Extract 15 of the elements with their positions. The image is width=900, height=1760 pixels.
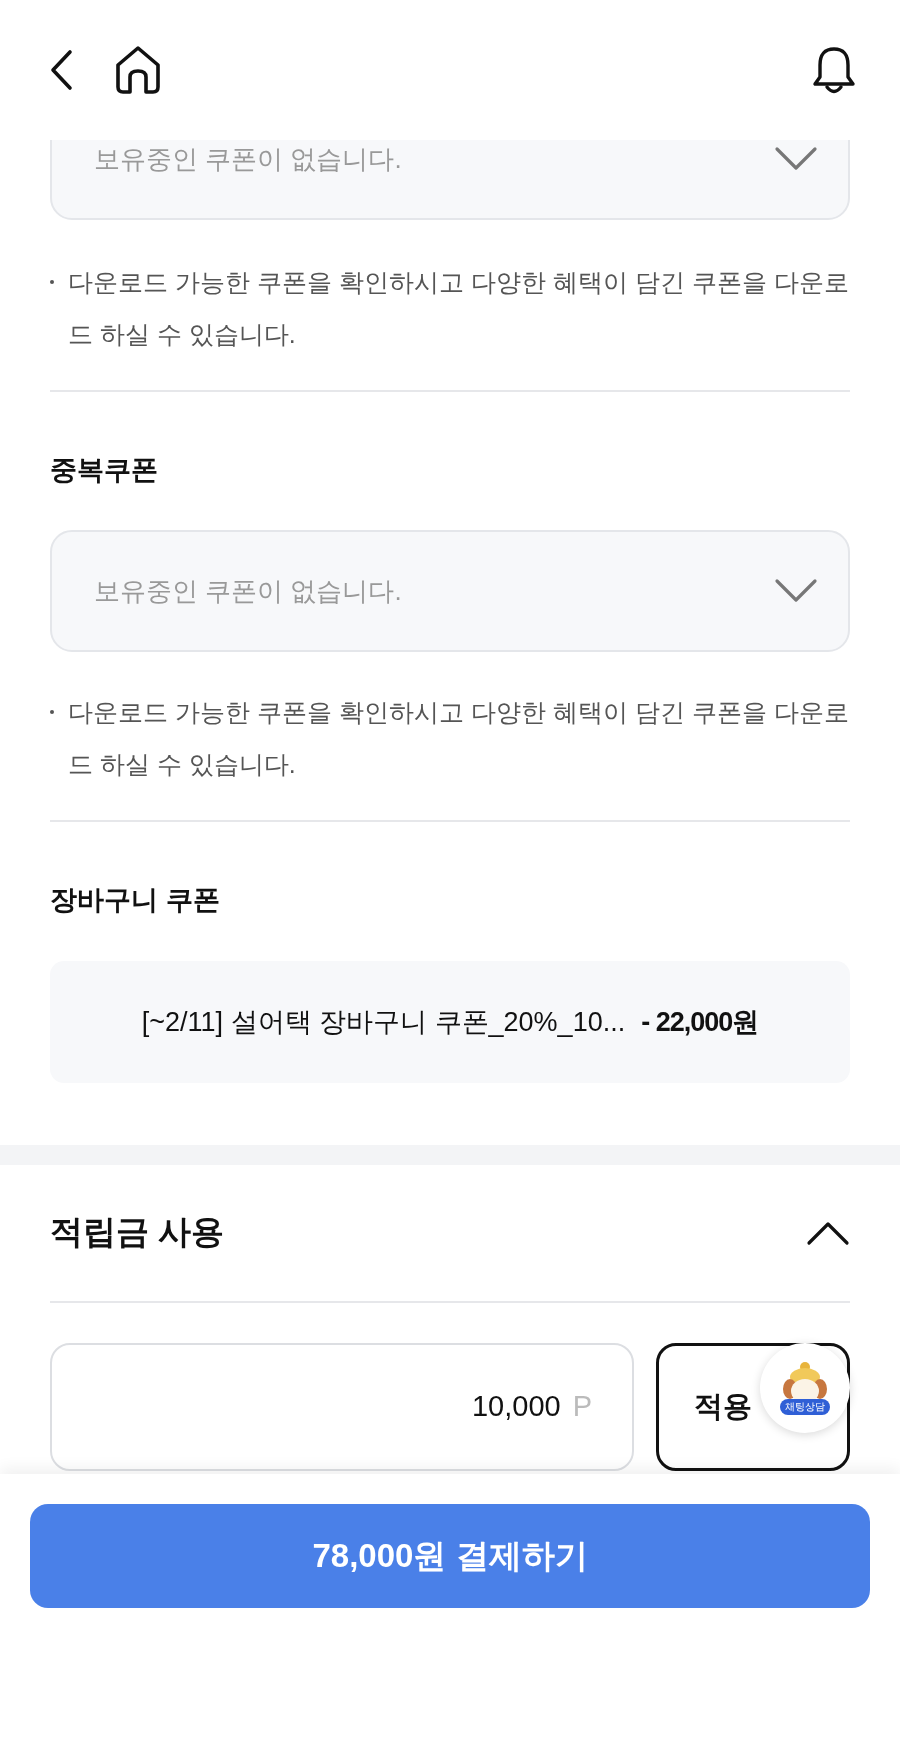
coupon-note: 다운로드 가능한 쿠폰을 확인하시고 다양한 혜택이 담긴 쿠폰을 다운로드 하실 수 있습니다.	[68, 697, 850, 781]
coupon-note: 다운로드 가능한 쿠폰을 확인하시고 다양한 혜택이 담긴 쿠폰을 다운로드 하실 수 있습니다.	[68, 267, 850, 350]
chevron-down-icon	[774, 578, 818, 605]
points-field[interactable]: 10,000 P	[50, 1342, 634, 1471]
chat-badge[interactable]: 채팅상담	[780, 1399, 830, 1415]
bell-icon[interactable]	[812, 45, 856, 95]
back-icon[interactable]	[48, 49, 74, 91]
section-heading: 중복쿠폰	[50, 454, 159, 487]
discount-amount: - 22,000원	[641, 1005, 759, 1039]
pay-button[interactable]: 78,000원 결제하기	[30, 1504, 870, 1608]
chevron-down-icon	[774, 146, 818, 172]
section-heading: 적립금 사용	[50, 1212, 225, 1253]
section-heading: 장바구니 쿠폰	[50, 884, 221, 917]
coupon-name: [~2/11] 설어택 장바구니 쿠폰_20%_10...	[141, 1005, 626, 1039]
home-icon[interactable]	[114, 45, 162, 95]
